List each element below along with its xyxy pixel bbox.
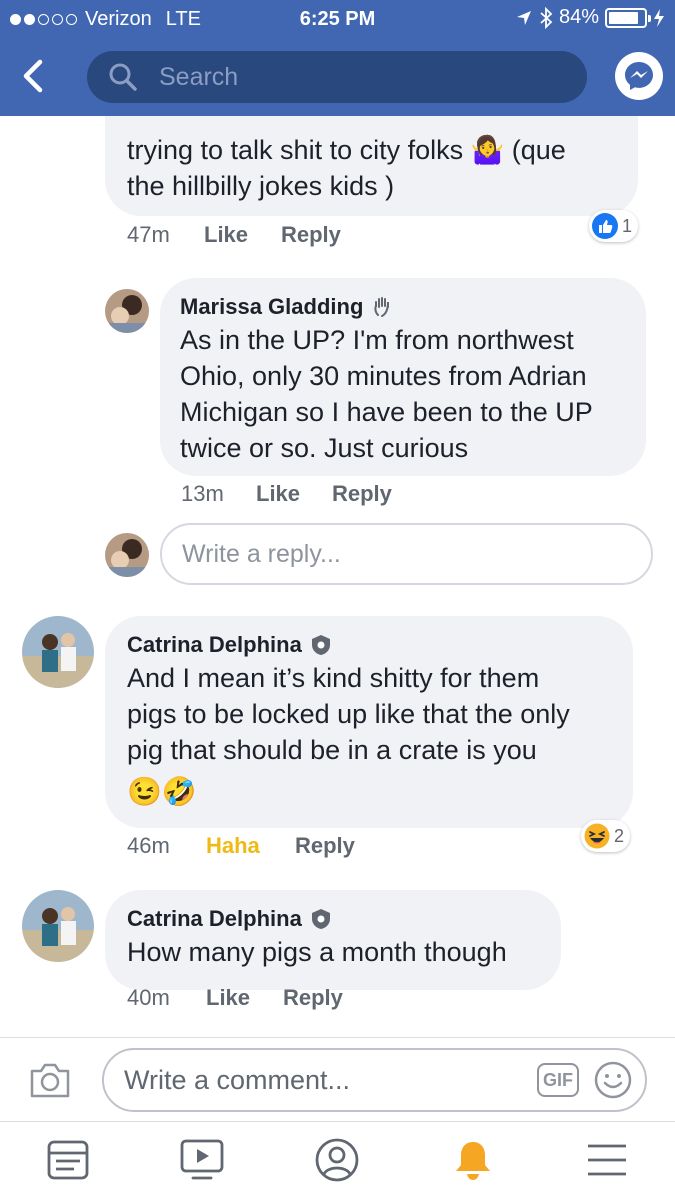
search-icon bbox=[109, 63, 137, 91]
profile-icon bbox=[315, 1138, 359, 1182]
reaction-summary[interactable]: 1 bbox=[589, 210, 639, 242]
reaction-summary[interactable]: 2 bbox=[581, 820, 631, 852]
avatar[interactable] bbox=[22, 890, 94, 962]
camera-button[interactable] bbox=[28, 1060, 72, 1100]
comment-text-line: pigs to be locked up like that the only bbox=[127, 699, 570, 729]
like-button[interactable]: Like bbox=[204, 222, 281, 248]
comment-meta: 40m Like Reply bbox=[127, 985, 343, 1011]
tab-watch[interactable] bbox=[178, 1136, 226, 1184]
header: Verizon LTE 6:25 PM 84% Search bbox=[0, 0, 675, 116]
comments-feed: trying to talk shit to city folks 🤷‍♀️ (… bbox=[0, 116, 675, 1038]
reaction-count: 2 bbox=[614, 825, 625, 846]
comment-text-line: Michigan so I have been to the UP bbox=[180, 397, 593, 427]
avatar[interactable] bbox=[105, 289, 149, 333]
charging-bolt-icon bbox=[654, 8, 664, 27]
verified-shield-icon bbox=[311, 909, 330, 929]
reply-button[interactable]: Reply bbox=[332, 481, 392, 507]
reply-input[interactable]: Write a reply... bbox=[160, 523, 653, 585]
location-arrow-icon bbox=[516, 10, 531, 25]
comment-text-line: Ohio, only 30 minutes from Adrian bbox=[180, 361, 587, 391]
like-button[interactable]: Like bbox=[256, 481, 332, 507]
reply-button[interactable]: Reply bbox=[283, 985, 343, 1011]
comment-text-line: trying to talk shit to city folks 🤷‍♀️ (… bbox=[127, 135, 566, 165]
comment-timestamp: 13m bbox=[181, 481, 224, 506]
tab-bar bbox=[0, 1121, 675, 1200]
back-button[interactable] bbox=[18, 58, 50, 94]
comment-timestamp: 46m bbox=[127, 833, 170, 858]
comment-text-line: As in the UP? I'm from northwest bbox=[180, 325, 574, 355]
gif-button[interactable]: GIF bbox=[537, 1063, 579, 1097]
comment-text-line: How many pigs a month though bbox=[127, 937, 507, 967]
status-bar: Verizon LTE 6:25 PM 84% bbox=[0, 0, 675, 38]
comment-timestamp: 40m bbox=[127, 985, 170, 1010]
chevron-left-icon bbox=[23, 59, 43, 93]
search-bar[interactable]: Search bbox=[87, 51, 587, 103]
comment-meta: 47m Like Reply bbox=[127, 222, 341, 248]
battery-icon bbox=[605, 7, 651, 28]
comment-author[interactable]: Marissa Gladding bbox=[180, 294, 363, 320]
comment-meta: 13m Like Reply bbox=[181, 481, 392, 507]
comment-timestamp: 47m bbox=[127, 222, 170, 247]
comment-author[interactable]: Catrina Delphina bbox=[127, 632, 302, 658]
camera-icon bbox=[30, 1063, 70, 1098]
tab-notifications[interactable] bbox=[449, 1136, 497, 1184]
reply-input-placeholder: Write a reply... bbox=[182, 539, 341, 568]
comment-emojis: 😉🤣 bbox=[127, 776, 197, 807]
comment-composer: Write a comment... GIF bbox=[0, 1037, 675, 1121]
video-icon bbox=[180, 1139, 224, 1180]
menu-icon bbox=[588, 1144, 626, 1176]
news-feed-icon bbox=[47, 1140, 89, 1180]
comment-author[interactable]: Catrina Delphina bbox=[127, 906, 302, 932]
comment-input-placeholder: Write a comment... bbox=[124, 1064, 351, 1095]
battery-percent: 84% bbox=[558, 6, 599, 28]
avatar bbox=[105, 533, 149, 577]
comment-bubble[interactable]: Marissa Gladding As in the UP? I'm from … bbox=[160, 278, 646, 476]
wave-hand-icon bbox=[374, 297, 390, 317]
verified-shield-icon bbox=[311, 635, 330, 655]
comment-bubble[interactable]: Catrina Delphina How many pigs a month t… bbox=[105, 890, 561, 990]
comment-bubble[interactable]: Catrina Delphina And I mean it’s kind sh… bbox=[105, 616, 633, 828]
search-input[interactable]: Search bbox=[159, 63, 238, 92]
tab-menu[interactable] bbox=[583, 1136, 631, 1184]
messenger-button[interactable] bbox=[615, 52, 663, 100]
like-button[interactable]: Like bbox=[206, 985, 283, 1011]
haha-reaction-button[interactable]: Haha bbox=[206, 833, 295, 859]
tab-news-feed[interactable] bbox=[44, 1136, 92, 1184]
reaction-count: 1 bbox=[622, 215, 633, 236]
avatar[interactable] bbox=[22, 616, 94, 688]
bell-icon bbox=[456, 1142, 490, 1180]
comment-text-line: pig that should be in a crate is you bbox=[127, 735, 537, 765]
emoji-icon[interactable] bbox=[593, 1060, 633, 1100]
comment-text-line: twice or so. Just curious bbox=[180, 433, 469, 463]
haha-icon bbox=[584, 823, 610, 849]
comment-text-line: And I mean it’s kind shitty for them bbox=[127, 663, 540, 693]
comment-meta: 46m Haha Reply bbox=[127, 833, 355, 859]
reply-button[interactable]: Reply bbox=[295, 833, 355, 859]
comment-text-line: the hillbilly jokes kids ) bbox=[127, 171, 395, 201]
messenger-icon bbox=[625, 62, 653, 90]
reply-button[interactable]: Reply bbox=[281, 222, 341, 248]
like-icon bbox=[592, 213, 618, 239]
tab-profile[interactable] bbox=[313, 1136, 361, 1184]
bluetooth-icon bbox=[540, 6, 553, 29]
comment-input[interactable]: Write a comment... GIF bbox=[102, 1048, 647, 1112]
comment-bubble[interactable]: trying to talk shit to city folks 🤷‍♀️ (… bbox=[105, 116, 638, 216]
